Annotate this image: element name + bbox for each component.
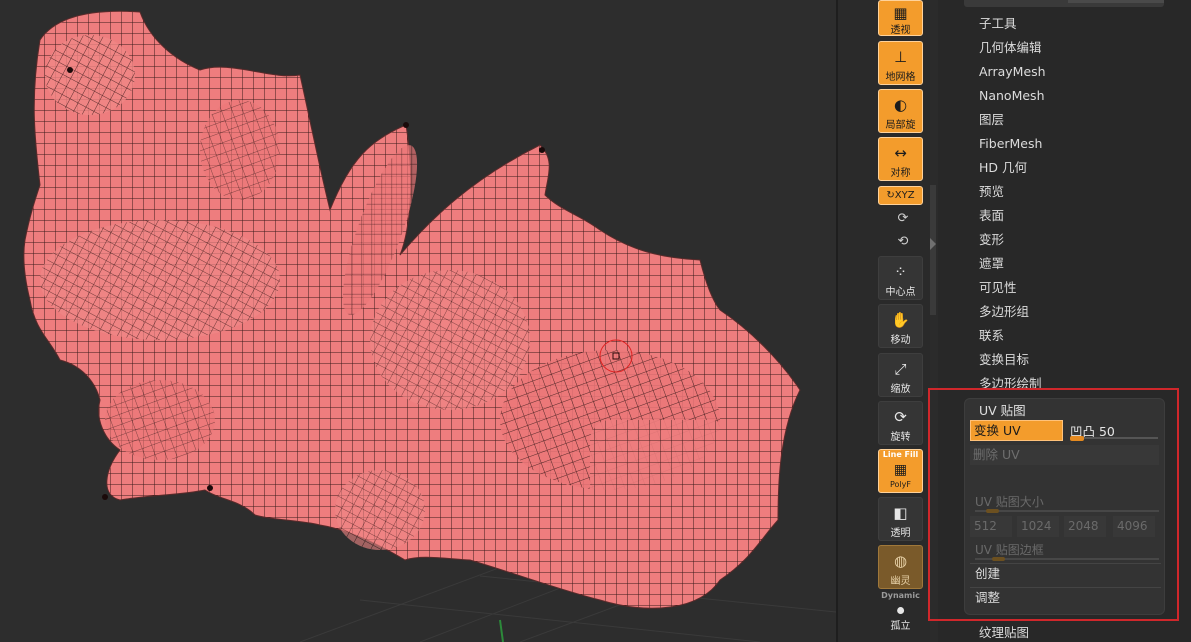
- floor-button[interactable]: ⊥ 地网格: [878, 41, 923, 85]
- menu-subtool[interactable]: 子工具: [979, 16, 1017, 32]
- menu-morph-target[interactable]: 变换目标: [979, 352, 1029, 368]
- transparent-icon: ◧: [893, 504, 908, 522]
- solo-button[interactable]: Dynamic ⚫ 孤立: [878, 591, 923, 635]
- rotate-small-icon: ⟲: [897, 234, 909, 249]
- transparent-button[interactable]: ◧ 透明: [878, 497, 923, 541]
- move-button[interactable]: ✋ 移动: [878, 304, 923, 348]
- perspective-icon: ▦: [893, 4, 908, 22]
- menu-contact[interactable]: 联系: [979, 328, 1004, 344]
- menu-hd-geometry[interactable]: HD 几何: [979, 160, 1027, 176]
- ghost-button[interactable]: ◍ 幽灵: [878, 545, 923, 589]
- menu-fibermesh[interactable]: FiberMesh: [979, 136, 1042, 152]
- menu-visibility[interactable]: 可见性: [979, 280, 1017, 296]
- ghost-icon: ◍: [893, 552, 908, 570]
- linefill-button[interactable]: Line Fill ▦ PolyF: [878, 449, 923, 493]
- symmetry-icon: ↔: [894, 144, 907, 162]
- menu-nanomesh[interactable]: NanoMesh: [979, 88, 1045, 104]
- menu-layers[interactable]: 图层: [979, 112, 1004, 128]
- menu-masking[interactable]: 遮罩: [979, 256, 1004, 272]
- xyz-button[interactable]: ↻XYZ: [878, 186, 923, 205]
- linefill-grid-icon: ▦: [893, 462, 908, 478]
- scale-icon: ⤢: [894, 360, 907, 378]
- rotate-small-icon: ⟳: [897, 211, 909, 226]
- rotate-y-button[interactable]: ⟳: [894, 210, 912, 228]
- zbrush-window: ▦ 透视 ⊥ 地网格 ◐ 局部旋 ↔ 对称 ↻XYZ ⟳ ⟲ ⁘ 中心点 ✋ 移…: [0, 0, 1191, 642]
- palette-top-accent: [1068, 0, 1164, 3]
- rotate-z-button[interactable]: ⟲: [894, 233, 912, 251]
- menu-deformation[interactable]: 变形: [979, 232, 1004, 248]
- move-hand-icon: ✋: [891, 311, 910, 329]
- mesh-render: [23, 10, 836, 642]
- local-icon: ◐: [893, 96, 908, 114]
- menu-texture-map[interactable]: 纹理贴图: [979, 625, 1029, 641]
- rotate-icon: ⟳: [894, 408, 907, 426]
- right-shelf: ▦ 透视 ⊥ 地网格 ◐ 局部旋 ↔ 对称 ↻XYZ ⟳ ⟲ ⁘ 中心点 ✋ 移…: [838, 0, 930, 642]
- menu-geometry[interactable]: 几何体编辑: [979, 40, 1042, 56]
- rotate-button[interactable]: ⟳ 旋转: [878, 401, 923, 445]
- symmetry-button[interactable]: ↔ 对称: [878, 137, 923, 181]
- menu-polygroups[interactable]: 多边形组: [979, 304, 1029, 320]
- menu-surface[interactable]: 表面: [979, 208, 1004, 224]
- highlight-box: [928, 388, 1179, 621]
- menu-arraymesh[interactable]: ArrayMesh: [979, 64, 1046, 80]
- floor-grid-icon: ⊥: [893, 48, 908, 66]
- collapse-arrow-icon[interactable]: [930, 238, 936, 250]
- menu-preview[interactable]: 预览: [979, 184, 1004, 200]
- canvas-viewport[interactable]: [0, 0, 836, 642]
- palette-scrollbar[interactable]: [930, 185, 936, 315]
- local-button[interactable]: ◐ 局部旋: [878, 89, 923, 133]
- perspective-button[interactable]: ▦ 透视: [878, 0, 923, 36]
- center-button[interactable]: ⁘ 中心点: [878, 256, 923, 300]
- solo-icon: ⚫: [894, 602, 907, 620]
- center-icon: ⁘: [894, 263, 907, 281]
- scale-button[interactable]: ⤢ 缩放: [878, 353, 923, 397]
- xyz-icon: ↻: [886, 190, 895, 201]
